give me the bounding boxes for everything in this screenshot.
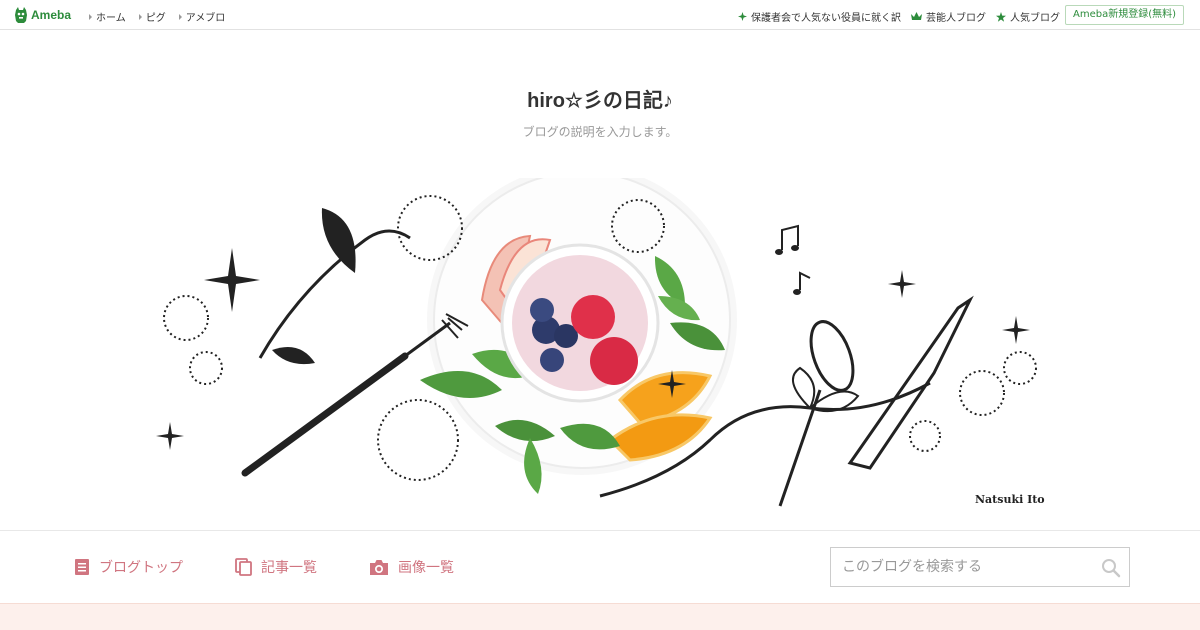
nav-link-pigg[interactable]: ピグ — [138, 9, 166, 24]
nav-blog-top[interactable]: ブログトップ — [74, 557, 183, 577]
logo-text: Ameba — [31, 8, 72, 22]
signup-button[interactable]: Ameba新規登録(無料) — [1064, 5, 1184, 25]
global-header: Ameba ホーム ピグ アメブロ 保護者会で人気ない役員に就く訳 芸能人ブログ — [0, 0, 1200, 30]
caret-right-icon — [178, 13, 182, 20]
ameba-logo[interactable]: Ameba — [14, 6, 71, 24]
blog-search-box — [830, 547, 1130, 587]
search-input[interactable] — [831, 548, 1093, 586]
trending-nav: 保護者会で人気ない役員に就く訳 芸能人ブログ 人気ブログ — [738, 9, 1060, 24]
celebrity-blog-link[interactable]: 芸能人ブログ — [911, 9, 986, 24]
search-icon — [1102, 559, 1121, 578]
document-icon — [75, 559, 89, 575]
star-icon — [996, 11, 1006, 22]
caret-right-icon — [89, 13, 92, 20]
popular-blog-link[interactable]: 人気ブログ — [996, 9, 1060, 24]
copy-icon — [235, 558, 252, 576]
global-nav: ホーム ピグ アメブロ — [89, 9, 225, 24]
sparkle-icon — [738, 12, 747, 21]
header-banner-image: Natsuki Ito — [150, 178, 1050, 514]
crown-icon — [911, 12, 922, 20]
caret-right-icon — [138, 13, 142, 20]
search-button[interactable] — [1101, 558, 1121, 578]
nav-article-list[interactable]: 記事一覧 — [235, 557, 317, 577]
nav-link-ameblo[interactable]: アメブロ — [178, 9, 225, 24]
nav-link-home[interactable]: ホーム — [89, 9, 126, 24]
divider — [0, 530, 1200, 531]
blog-title[interactable]: hiro☆彡の日記♪ — [0, 84, 1200, 113]
blog-nav: ブログトップ 記事一覧 画像一覧 — [74, 557, 454, 577]
ameba-mascot-icon — [15, 7, 27, 23]
blog-description: ブログの説明を入力します。 — [522, 125, 678, 139]
trending-topic-link[interactable]: 保護者会で人気ない役員に就く訳 — [738, 9, 901, 24]
nav-image-list[interactable]: 画像一覧 — [369, 557, 454, 577]
content-background-band — [0, 603, 1200, 630]
camera-icon — [370, 559, 388, 575]
banner-signature: Natsuki Ito — [975, 493, 1045, 506]
